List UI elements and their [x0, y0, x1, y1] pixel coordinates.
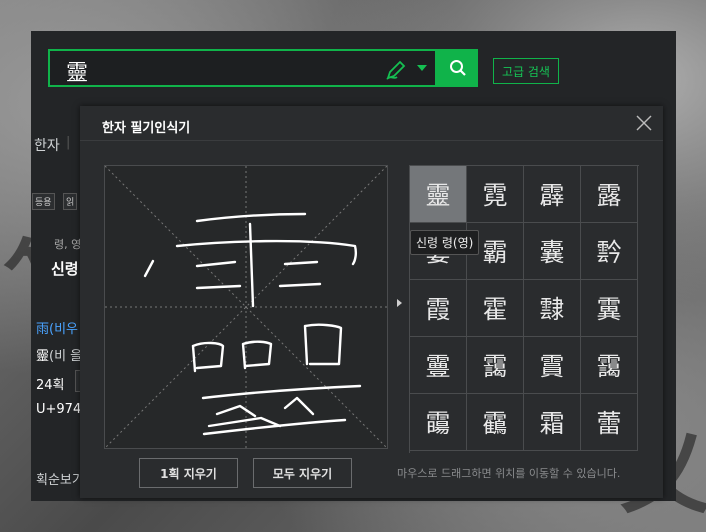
char-line-char: 靈 — [36, 349, 50, 364]
meaning-text: 신령 — [51, 260, 79, 278]
handwriting-pen-icon[interactable] — [385, 59, 407, 85]
candidate-tooltip: 신령 령(영) — [410, 230, 480, 255]
stroke-count: 24획 — [36, 378, 65, 393]
candidate-cell[interactable]: 囊 — [524, 223, 581, 280]
dialog-title: 한자 필기인식기 — [102, 121, 191, 136]
radical-line: 雨(비우 — [36, 318, 78, 337]
search-icon — [449, 60, 466, 76]
arrow-right-icon — [397, 299, 402, 307]
candidate-cell[interactable]: 靄 — [581, 337, 638, 394]
search-input[interactable]: 靈 — [66, 55, 88, 87]
tab-hanja[interactable]: 한자 — [34, 135, 60, 155]
divider — [80, 140, 663, 141]
search-button[interactable] — [437, 49, 478, 87]
candidate-cell[interactable]: 霻 — [410, 337, 467, 394]
candidate-cell[interactable]: 露 — [581, 166, 638, 223]
clear-one-stroke-button[interactable]: 1획 지우기 — [139, 458, 238, 488]
tab-separator: | — [66, 135, 71, 150]
candidate-cell[interactable]: 霬 — [581, 280, 638, 337]
candidate-cell[interactable]: 霣 — [524, 337, 581, 394]
candidate-cell[interactable]: 霴 — [524, 280, 581, 337]
advanced-search-button[interactable]: 고급 검색 — [493, 58, 559, 84]
search-field[interactable]: 靈 — [48, 49, 437, 87]
candidate-cell[interactable]: 靍 — [467, 394, 524, 451]
candidate-cell[interactable]: 蕾 — [581, 394, 638, 451]
candidate-cell[interactable]: 霜 — [524, 394, 581, 451]
candidate-cell[interactable]: 霞 — [410, 280, 467, 337]
close-icon[interactable] — [635, 114, 653, 132]
chevron-down-icon[interactable] — [417, 65, 427, 71]
candidate-grid: 靈霓霹露霎霸囊霒霞霍霴霬霻靄霣靄霷靍霜蕾 — [409, 165, 639, 453]
candidate-cell[interactable]: 霓 — [467, 166, 524, 223]
handwriting-canvas[interactable] — [104, 165, 388, 449]
candidate-cell[interactable]: 靄 — [467, 337, 524, 394]
handwriting-strokes — [104, 165, 388, 449]
tag-badge[interactable]: 읽 — [63, 193, 78, 210]
handwriting-dialog: 한자 필기인식기 靈 霓 霹 露 霸 囊 霒 霞 霍 霴 霬 霻 靄 霣 靄 霷… — [80, 106, 663, 498]
candidate-cell[interactable]: 霷 — [410, 394, 467, 451]
candidate-cell[interactable]: 霹 — [524, 166, 581, 223]
char-line: 靈(비 을 — [36, 345, 82, 364]
char-line-rest: (비 을 — [49, 349, 83, 364]
stroke-order-link[interactable]: 획순보기 — [36, 469, 84, 488]
radical-link[interactable]: 雨(비우 — [36, 322, 78, 337]
reading-small: 령, 영 — [54, 238, 82, 251]
candidate-cell[interactable]: 靈 — [410, 166, 467, 223]
clear-all-button[interactable]: 모두 지우기 — [253, 458, 352, 488]
tag-badge[interactable]: 등용 — [32, 193, 55, 210]
candidate-cell[interactable]: 霒 — [581, 223, 638, 280]
drag-hint: 마우스로 드래그하면 위치를 이동할 수 있습니다. — [397, 467, 621, 480]
candidate-cell[interactable]: 霍 — [467, 280, 524, 337]
